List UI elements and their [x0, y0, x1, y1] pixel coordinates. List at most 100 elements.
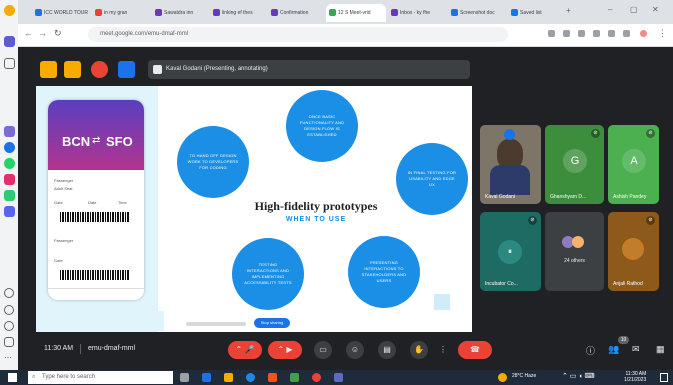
file-explorer-icon[interactable]	[224, 373, 233, 382]
folder-icon[interactable]	[40, 61, 57, 78]
extension-icon[interactable]	[578, 30, 585, 37]
participant-video	[490, 165, 530, 195]
browser-tab[interactable]: linking ef thes	[210, 4, 266, 22]
raise-hand-button[interactable]: ✋	[410, 341, 428, 359]
participant-tile[interactable]: ⊘ Anjali Rathod	[608, 212, 659, 291]
browser-tab[interactable]: Sawatdra inn	[152, 4, 208, 22]
whatsapp-icon[interactable]	[4, 158, 15, 169]
use-case-circle: PRESENTING INTERACTIONS TO STAKEHOLDERS …	[348, 236, 420, 308]
weather-text[interactable]: 28°C Haze	[512, 373, 536, 379]
mic-toggle-button[interactable]: ⌃ 🎤	[228, 341, 262, 359]
tab-label: Screenshot doc	[460, 10, 495, 16]
participant-count-badge: 10	[618, 336, 629, 344]
mic-off-icon: ⊘	[528, 216, 537, 225]
minimize-icon[interactable]: –	[608, 5, 612, 14]
tab-favicon-icon	[155, 9, 162, 16]
taskbar-search-input[interactable]: ⌕ Type here to search	[28, 371, 173, 384]
use-case-circle: TESTING INTERACTIONS AND IMPLEMENTING AC…	[232, 238, 304, 310]
extension-icon[interactable]	[563, 30, 570, 37]
url-input[interactable]: meet.google.com/emu-dmaf-mml	[88, 27, 508, 42]
app-icon[interactable]	[4, 126, 15, 137]
windows-start-icon[interactable]	[8, 373, 17, 382]
extension-icon[interactable]	[623, 30, 630, 37]
app-icon[interactable]	[4, 5, 15, 16]
taskbar-app-icon[interactable]	[290, 373, 299, 382]
chat-icon[interactable]	[118, 61, 135, 78]
weather-icon[interactable]	[498, 373, 507, 382]
tab-label: Saved list	[520, 10, 542, 16]
more-icon[interactable]: ⋯	[4, 353, 15, 364]
app-icon[interactable]	[4, 190, 15, 201]
url-text: meet.google.com/emu-dmaf-mml	[100, 31, 189, 37]
participant-name: Kaval Godani	[485, 194, 516, 200]
present-button[interactable]: ▤	[378, 341, 396, 359]
clock-date: 1/21/2023	[624, 377, 647, 383]
close-icon[interactable]: ✕	[652, 5, 659, 14]
browser-tab[interactable]: Inbox - ky fhe	[388, 4, 446, 22]
extension-icon[interactable]	[548, 30, 555, 37]
end-call-button[interactable]: ☎	[458, 341, 492, 359]
notifications-icon[interactable]	[660, 373, 668, 382]
maximize-icon[interactable]: ▢	[630, 5, 638, 14]
browser-tab[interactable]: Screenshot doc	[448, 4, 506, 22]
extension-icon[interactable]	[608, 30, 615, 37]
meeting-controls-bar: 11:30 AM emu-dmaf-mml ⌃ 🎤 ⌃ ▶ ▭ ☺ ▤ ✋ ⋮ …	[18, 334, 673, 370]
participant-tile[interactable]: ⊘ A Ashish Pandey	[608, 125, 659, 204]
heart-icon[interactable]	[4, 288, 14, 298]
divider	[80, 344, 81, 354]
instagram-icon[interactable]	[4, 174, 15, 185]
shared-slide: BCN ⇄ SFO Passenger Adult Seat Gate Date…	[36, 86, 472, 332]
captions-button[interactable]: ▭	[314, 341, 332, 359]
browser-menu-icon[interactable]: ⋮	[658, 28, 667, 39]
forward-icon[interactable]: →	[38, 28, 47, 38]
address-bar-row: ← → ↻ meet.google.com/emu-dmaf-mml ⋮	[18, 24, 673, 47]
others-tile[interactable]: 24 others	[545, 212, 604, 291]
more-options-icon[interactable]: ⋮	[438, 341, 448, 359]
participant-tile[interactable]: ⊘ ⏸ Incubator Co...	[480, 212, 541, 291]
circle-text: TESTING INTERACTIONS AND IMPLEMENTING AC…	[244, 262, 292, 285]
taskbar-app-icon[interactable]	[268, 373, 277, 382]
emoji-button[interactable]: ☺	[346, 341, 364, 359]
extension-icon[interactable]	[593, 30, 600, 37]
record-icon[interactable]	[91, 61, 108, 78]
clock[interactable]: 11:30 AM 1/21/2023	[624, 371, 646, 383]
back-icon[interactable]: ←	[24, 28, 33, 38]
new-tab-button[interactable]: +	[566, 6, 571, 15]
tray-icons[interactable]: ⌃ ▭ ◖ ⌨	[562, 372, 595, 380]
taskbar-app-icon[interactable]	[202, 373, 211, 382]
activities-icon[interactable]: ▦	[656, 344, 665, 355]
browser-tab[interactable]: Confirmation	[268, 4, 324, 22]
tab-favicon-icon	[511, 9, 518, 16]
task-view-icon[interactable]	[180, 373, 189, 382]
participant-tile[interactable]: Kaval Godani	[480, 125, 541, 204]
presentation-icon	[153, 65, 162, 74]
participant-tile[interactable]: ⊘ G Ghanshyam D...	[545, 125, 604, 204]
chat-icon[interactable]: ✉	[632, 344, 640, 355]
camera-toggle-button[interactable]: ⌃ ▶	[268, 341, 302, 359]
lightbulb-icon[interactable]	[4, 337, 14, 347]
stop-sharing-button[interactable]: Stop sharing	[254, 318, 290, 328]
profile-avatar[interactable]	[640, 30, 647, 37]
participant-name: Ashish Pandey	[613, 194, 647, 200]
app-icon[interactable]	[4, 36, 15, 47]
presenter-banner-text: Kaval Godani (Presenting, annotating)	[166, 66, 268, 72]
tab-label: in my gran	[104, 10, 128, 16]
info-icon[interactable]: ⓘ	[586, 344, 595, 357]
clock-icon[interactable]	[4, 305, 14, 315]
app-icon[interactable]	[4, 206, 15, 217]
circle-text: TO HAND OFF DESIGN WORK TO DEVELOPERS FO…	[187, 153, 239, 170]
messenger-icon[interactable]	[4, 142, 15, 153]
edge-icon[interactable]	[246, 373, 255, 382]
settings-icon[interactable]	[4, 58, 15, 69]
reload-icon[interactable]: ↻	[54, 28, 62, 39]
browser-tab[interactable]: ICC WORLD TOUR	[32, 4, 90, 22]
people-icon[interactable]: 👥	[608, 344, 619, 355]
chrome-icon[interactable]	[312, 373, 321, 382]
browser-tab-active[interactable]: 12 S Meet-vrid	[326, 4, 386, 22]
settings-icon[interactable]	[4, 321, 14, 331]
tab-favicon-icon	[95, 9, 102, 16]
taskbar-app-icon[interactable]	[334, 373, 343, 382]
browser-tab[interactable]: Saved list	[508, 4, 560, 22]
notes-icon[interactable]	[64, 61, 81, 78]
browser-tab[interactable]: in my gran	[92, 4, 148, 22]
